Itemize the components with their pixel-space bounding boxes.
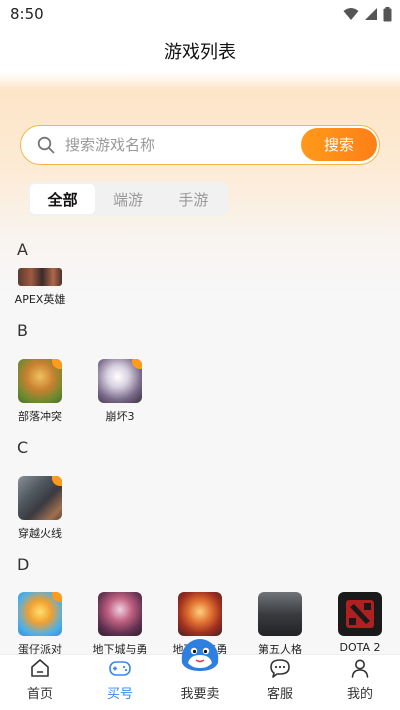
badge-icon [132,359,142,369]
signal-icon [365,8,377,20]
apex-icon [18,268,62,286]
tab-mobile[interactable]: 手游 [161,184,226,214]
badge-icon [52,476,62,486]
user-icon [351,659,369,678]
game-item[interactable]: 崩坏3 [88,359,152,424]
section-letter-b: B [17,321,28,340]
game-name: APEX英雄 [14,293,66,306]
game-name: 穿越火线 [18,527,62,540]
tabbar-label: 首页 [26,687,53,702]
dota2-logo-icon [346,600,374,628]
eggy-party-icon [18,592,62,636]
tabbar-item-home[interactable]: 首页 [0,655,80,710]
section-letter-a: A [17,240,28,259]
bottom-tab-bar: 首页 买号 我要卖 客服 我的 [0,639,400,710]
tabbar-label: 我要卖 [180,687,220,702]
search-button[interactable]: 搜索 [301,128,377,161]
game-item[interactable]: DOTA 2 [328,592,392,654]
game-name: 部落冲突 [18,410,62,423]
tabbar-item-buy[interactable]: 买号 [80,655,160,710]
battery-icon [383,6,392,21]
crossfire-icon [18,476,62,520]
chat-icon [270,659,290,678]
honkai-3-icon [98,359,142,403]
game-item[interactable]: 地下城与勇 [88,592,152,657]
mascot-icon [181,639,219,671]
tabbar-label: 我的 [346,687,373,702]
game-item[interactable]: 第五人格 [248,592,312,657]
filter-tabs: 全部 端游 手游 [28,182,228,216]
home-icon [31,659,49,677]
game-item[interactable]: 蛋仔派对 [8,592,72,657]
dnf-icon [98,592,142,636]
identity-v-icon [258,592,302,636]
title-bar: 游戏列表 [0,28,400,74]
page-title: 游戏列表 [164,42,236,63]
clash-of-clans-icon [18,359,62,403]
tab-all[interactable]: 全部 [30,184,96,214]
status-bar: 8:50 [0,0,400,28]
search-box: 搜索 [20,125,380,165]
tabbar-item-profile[interactable]: 我的 [320,655,400,710]
dota2-icon [338,592,382,636]
game-name: DOTA 2 [339,641,381,654]
search-icon [37,136,55,154]
game-item[interactable]: 穿越火线 [8,476,72,541]
status-time: 8:50 [10,5,44,23]
section-letter-c: C [17,438,29,457]
wifi-icon [343,8,359,20]
tab-pc[interactable]: 端游 [95,184,160,214]
tabbar-label: 买号 [106,687,133,702]
badge-icon [52,592,62,602]
status-icons [343,6,392,22]
gamepad-icon [109,661,131,676]
badge-icon [52,359,62,369]
tabbar-item-service[interactable]: 客服 [240,655,320,710]
game-item[interactable]: APEX英雄 [8,268,72,307]
game-name: 崩坏3 [105,410,135,423]
game-item[interactable]: 部落冲突 [8,359,72,424]
section-letter-d: D [17,555,30,574]
dnf-mobile-icon [178,592,222,636]
tabbar-label: 客服 [266,687,293,702]
tabbar-item-sell[interactable]: 我要卖 [160,639,240,710]
